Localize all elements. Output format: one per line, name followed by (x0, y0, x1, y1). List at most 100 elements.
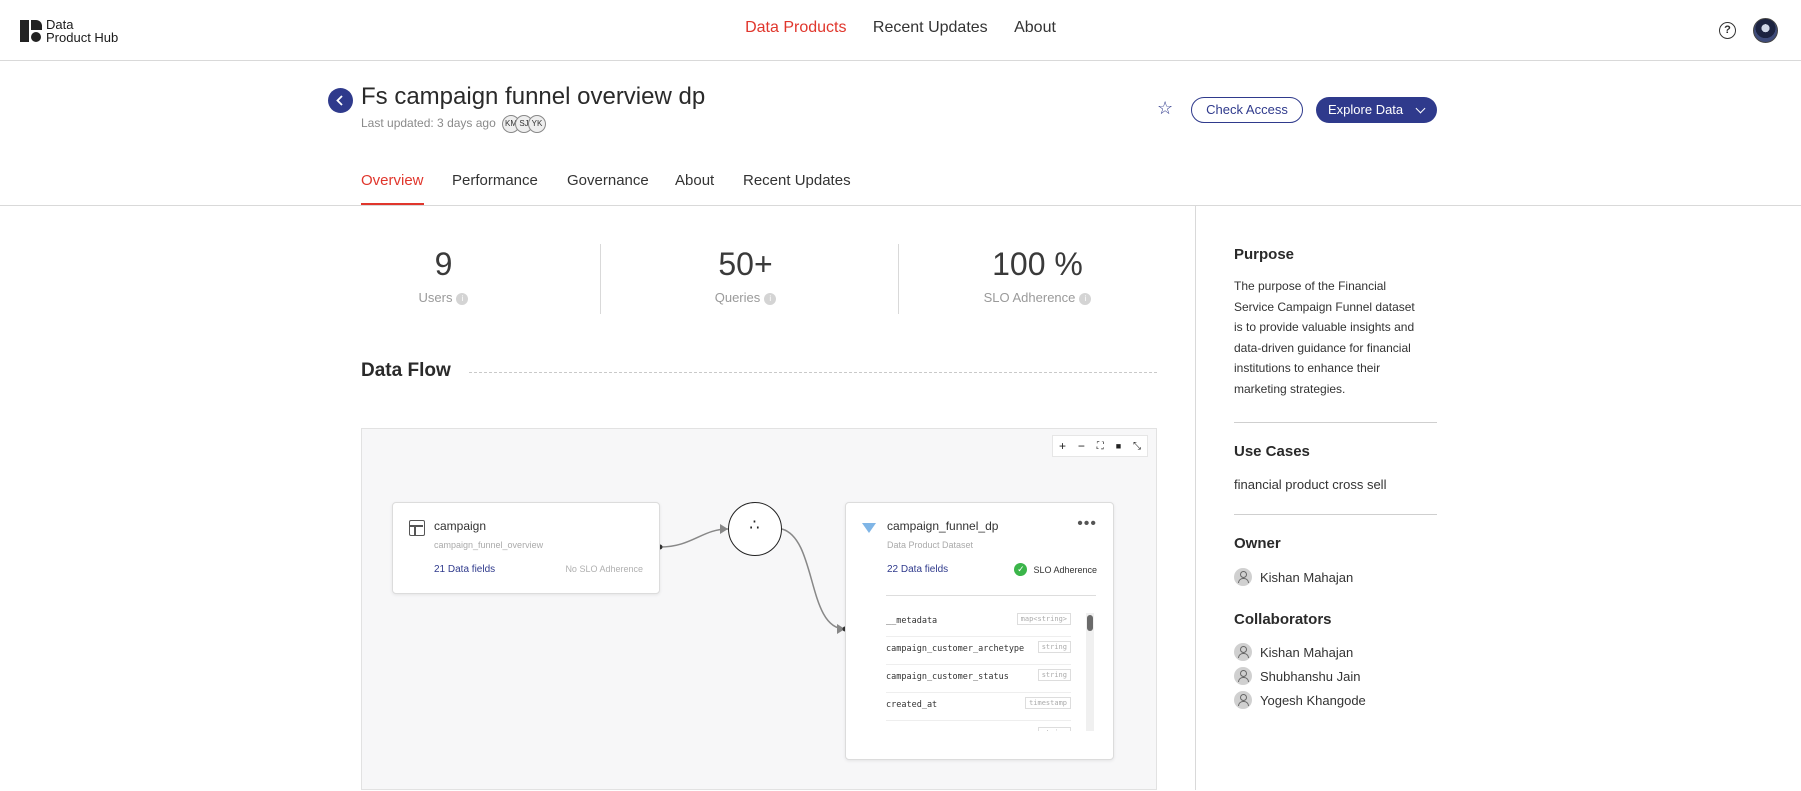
stat-users: 9 Users i (361, 246, 526, 305)
info-icon[interactable]: i (1079, 292, 1092, 305)
node-divider (886, 595, 1096, 596)
tab-overview[interactable]: Overview (361, 172, 424, 205)
nav-about[interactable]: About (1014, 19, 1056, 37)
field-type: string (1037, 641, 1071, 653)
user-avatar[interactable] (1753, 18, 1778, 43)
owner-heading: Owner (1234, 535, 1281, 552)
data-flow-canvas[interactable]: + − ⛶ ■ ⤡ campaign campaign_funnel_overv… (361, 428, 1157, 790)
chevron-left-icon (336, 95, 343, 106)
tab-recent-updates[interactable]: Recent Updates (743, 172, 851, 203)
data-flow-title: Data Flow (361, 360, 451, 381)
owner-item[interactable]: Kishan Mahajan (1234, 568, 1353, 586)
favorite-star-icon[interactable]: ☆ (1157, 99, 1173, 117)
purpose-text: The purpose of the Financial Service Cam… (1234, 276, 1437, 399)
last-updated: Last updated: 3 days ago (361, 116, 496, 130)
transform-node-icon[interactable] (728, 502, 782, 556)
stat-value: 100 % (992, 246, 1083, 282)
data-fields-link[interactable]: 21 Data fields (434, 564, 495, 575)
stat-value: 9 (434, 246, 453, 282)
explore-data-label: Explore Data (1328, 102, 1404, 117)
info-icon[interactable]: i (764, 292, 777, 305)
field-type: map<string> (1016, 613, 1071, 625)
scrollbar-thumb[interactable] (1087, 615, 1093, 631)
stat-slo-adherence: 100 % SLO Adherence i (955, 246, 1120, 305)
node-subtitle: Data Product Dataset (887, 540, 974, 550)
collaborators-heading: Collaborators (1234, 611, 1332, 628)
data-fields-link[interactable]: 22 Data fields (887, 564, 948, 575)
field-row: campaign_customer_status string (886, 665, 1071, 693)
purpose-line: data-driven guidance for financial (1234, 340, 1411, 355)
page-title: Fs campaign funnel overview dp (361, 83, 706, 110)
field-type: string (1037, 669, 1071, 681)
field-type: string (1037, 727, 1071, 731)
tab-governance[interactable]: Governance (567, 172, 649, 203)
collaborator-name: Shubhanshu Jain (1260, 668, 1361, 684)
chevron-down-icon (1415, 103, 1426, 114)
use-cases-heading: Use Cases (1234, 443, 1310, 460)
field-type: timestamp (1025, 697, 1071, 709)
top-bar: Data Product Hub Data Products Recent Up… (0, 0, 1801, 61)
stat-divider (898, 244, 899, 314)
field-row: campaign_customer_archetype string (886, 637, 1071, 665)
use-case-item: financial product cross sell (1234, 477, 1387, 492)
field-name: created_at (886, 700, 938, 710)
stat-queries: 50+ Queries i (663, 246, 828, 305)
stat-label: Queries (714, 290, 761, 305)
panel-divider (1195, 206, 1196, 790)
back-button[interactable] (328, 88, 353, 113)
purpose-line: The purpose of the Financial (1234, 279, 1387, 293)
node-name: campaign_funnel_dp (887, 519, 999, 533)
tab-performance[interactable]: Performance (452, 172, 538, 203)
collaborator-item[interactable]: Yogesh Khangode (1234, 691, 1366, 709)
field-row: string (886, 721, 1071, 731)
field-name: campaign_customer_status (886, 672, 1009, 682)
check-access-button[interactable]: Check Access (1191, 97, 1303, 123)
check-icon: ✓ (1014, 563, 1028, 576)
collaborator-name: Yogesh Khangode (1260, 692, 1366, 708)
purpose-line: marketing strategies. (1234, 381, 1346, 396)
stat-label: Users (418, 290, 453, 305)
field-name: __metadata (886, 616, 938, 626)
fields-scrollbar[interactable] (1086, 613, 1094, 731)
help-icon[interactable]: ? (1719, 22, 1736, 39)
funnel-icon (862, 523, 876, 533)
tab-about[interactable]: About (675, 172, 714, 203)
tabs-divider (0, 205, 1801, 206)
info-icon[interactable]: i (456, 292, 469, 305)
collaborator-chip[interactable]: YK (528, 115, 546, 133)
owner-name: Kishan Mahajan (1260, 569, 1354, 585)
collaborator-name: Kishan Mahajan (1260, 644, 1354, 660)
source-node[interactable]: campaign campaign_funnel_overview 21 Dat… (392, 502, 660, 594)
explore-data-button[interactable]: Explore Data (1316, 97, 1437, 123)
node-subtitle: campaign_funnel_overview (434, 540, 544, 550)
stat-value: 50+ (718, 246, 773, 282)
data-flow-divider (469, 372, 1157, 373)
purpose-line: is to provide valuable insights and (1234, 320, 1415, 334)
field-row: created_at timestamp (886, 693, 1071, 721)
section-divider (1234, 514, 1437, 515)
node-name: campaign (434, 519, 487, 533)
nav-recent-updates[interactable]: Recent Updates (873, 19, 988, 37)
nav-data-products[interactable]: Data Products (745, 19, 846, 37)
purpose-heading: Purpose (1234, 246, 1295, 263)
purpose-line: Service Campaign Funnel dataset (1234, 299, 1415, 314)
user-icon (1234, 691, 1252, 709)
target-node[interactable]: campaign_funnel_dp Data Product Dataset … (845, 502, 1114, 760)
purpose-line: institutions to enhance their (1234, 361, 1381, 375)
field-name: campaign_customer_archetype (886, 644, 1025, 654)
more-options-icon[interactable]: ••• (1077, 515, 1097, 533)
slo-status: ✓ SLO Adherence (1014, 563, 1097, 576)
slo-label: SLO Adherence (1033, 564, 1097, 575)
user-icon (1234, 643, 1252, 661)
slo-status: No SLO Adherence (565, 564, 643, 574)
section-divider (1234, 422, 1437, 423)
main-nav: Data Products Recent Updates About (0, 19, 1801, 37)
table-icon (409, 520, 425, 536)
collaborator-item[interactable]: Shubhanshu Jain (1234, 667, 1360, 685)
collaborator-item[interactable]: Kishan Mahajan (1234, 643, 1353, 661)
stat-divider (600, 244, 601, 314)
user-icon (1234, 667, 1252, 685)
field-row: __metadata map<string> (886, 609, 1071, 637)
stat-label: SLO Adherence (983, 290, 1076, 305)
user-icon (1234, 568, 1252, 586)
